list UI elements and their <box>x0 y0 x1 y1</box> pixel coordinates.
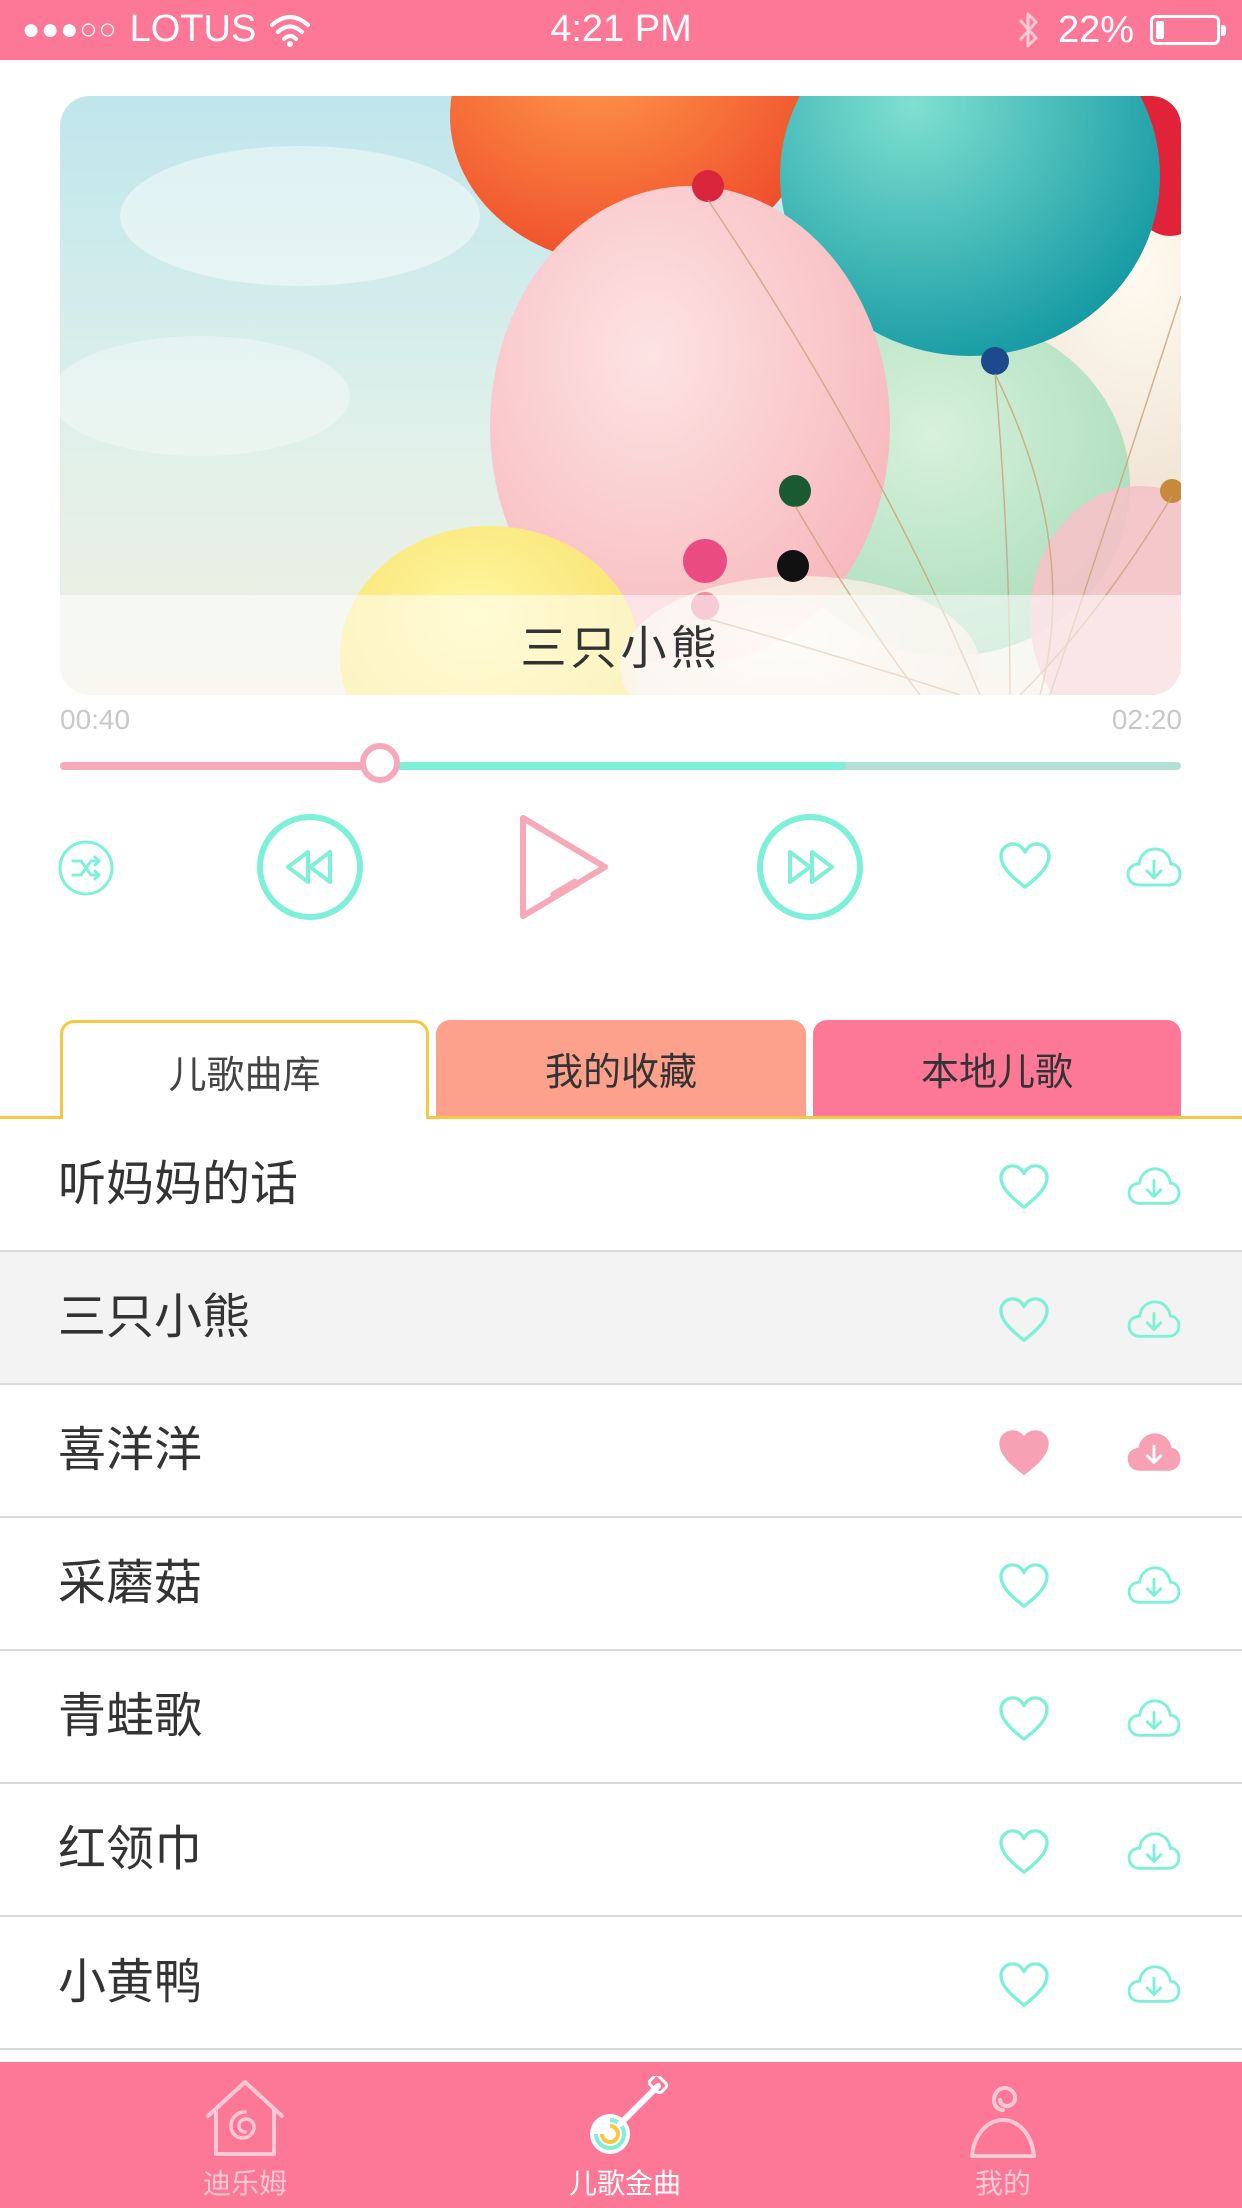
song-title: 三只小熊 <box>58 1289 251 1345</box>
song-title: 红领巾 <box>58 1821 203 1877</box>
song-row[interactable]: 喜洋洋 <box>0 1385 1242 1518</box>
total-time: 02:20 <box>1111 704 1182 735</box>
song-download-button[interactable] <box>1126 1429 1182 1475</box>
current-time: 00:40 <box>60 704 131 735</box>
download-current-button[interactable] <box>1124 842 1184 892</box>
song-title: 喜洋洋 <box>58 1422 203 1478</box>
person-swirl-icon <box>970 2085 1036 2158</box>
tab-song-library[interactable]: 儿歌曲库 <box>60 1020 429 1119</box>
play-button[interactable] <box>508 808 618 926</box>
song-row[interactable]: 听妈妈的话 <box>0 1119 1242 1252</box>
status-right: 22% <box>1014 8 1226 52</box>
heart-icon <box>999 1297 1049 1342</box>
nav-songs-label: 儿歌金曲 <box>568 2167 681 2200</box>
heart-icon <box>999 1962 1049 2007</box>
song-title: 小黄鸭 <box>58 1954 203 2010</box>
cloud-download-icon <box>1127 1566 1181 1604</box>
favorite-current-button[interactable] <box>997 840 1053 892</box>
nav-mine-label: 我的 <box>974 2167 1031 2200</box>
nav-mine[interactable]: 我的 <box>883 2062 1123 2208</box>
guitar-lollipop-icon <box>590 2076 669 2154</box>
rewind-icon <box>257 814 363 920</box>
fast-forward-icon <box>757 814 863 920</box>
song-title: 青蛙歌 <box>58 1688 203 1744</box>
nav-home-label: 迪乐姆 <box>202 2167 287 2200</box>
song-row[interactable]: 红领巾 <box>0 1784 1242 1917</box>
heart-icon <box>999 1430 1049 1475</box>
cloud-download-icon <box>1126 847 1182 887</box>
bluetooth-icon <box>1018 12 1038 48</box>
song-download-button[interactable] <box>1126 1163 1182 1209</box>
cloud-download-icon <box>1127 1965 1181 2003</box>
play-icon <box>520 815 608 919</box>
heart-icon <box>999 1696 1049 1741</box>
song-favorite-button[interactable] <box>998 1296 1050 1344</box>
song-list: 听妈妈的话三只小熊喜洋洋采蘑菇青蛙歌红领巾小黄鸭 <box>0 1119 1242 2050</box>
progress-played <box>60 762 381 770</box>
song-favorite-button[interactable] <box>998 1163 1050 1211</box>
heart-icon <box>999 1563 1049 1608</box>
song-download-button[interactable] <box>1126 1695 1182 1741</box>
song-favorite-button[interactable] <box>998 1429 1050 1477</box>
next-button[interactable] <box>755 812 865 922</box>
cloud-download-icon <box>1127 1167 1181 1205</box>
progress-bar[interactable] <box>60 743 1181 783</box>
progress-thumb[interactable] <box>360 743 401 783</box>
song-favorite-button[interactable] <box>998 1695 1050 1743</box>
now-playing-title: 三只小熊 <box>60 595 1181 695</box>
battery-fill <box>1156 21 1165 39</box>
song-favorite-button[interactable] <box>998 1828 1050 1876</box>
nav-home[interactable]: 迪乐姆 <box>125 2062 365 2208</box>
cloud-download-icon <box>1127 1300 1181 1338</box>
previous-button[interactable] <box>255 812 365 922</box>
nav-songs[interactable]: 儿歌金曲 <box>505 2062 745 2208</box>
battery-percent: 22% <box>1057 8 1134 51</box>
song-row[interactable]: 采蘑菇 <box>0 1518 1242 1651</box>
song-row[interactable]: 青蛙歌 <box>0 1651 1242 1784</box>
song-row[interactable]: 三只小熊 <box>0 1252 1242 1385</box>
heart-icon <box>999 842 1051 889</box>
bottom-nav: 迪乐姆 儿歌金曲 我的 <box>0 2062 1242 2208</box>
song-download-button[interactable] <box>1126 1562 1182 1608</box>
song-favorite-button[interactable] <box>998 1562 1050 1610</box>
song-download-button[interactable] <box>1126 1296 1182 1342</box>
shuffle-button[interactable] <box>56 838 116 898</box>
song-title: 听妈妈的话 <box>58 1156 299 1212</box>
cloud-download-icon <box>1127 1433 1181 1471</box>
shuffle-icon <box>58 840 114 896</box>
cloud-download-icon <box>1127 1832 1181 1870</box>
song-row[interactable]: 小黄鸭 <box>0 1917 1242 2050</box>
heart-icon <box>999 1164 1049 1209</box>
house-swirl-icon <box>206 2080 284 2156</box>
battery-icon <box>1150 15 1226 45</box>
song-download-button[interactable] <box>1126 1828 1182 1874</box>
cloud-download-icon <box>1127 1699 1181 1737</box>
heart-icon <box>999 1829 1049 1874</box>
tab-local-songs[interactable]: 本地儿歌 <box>813 1020 1181 1116</box>
tab-my-favorites[interactable]: 我的收藏 <box>436 1020 806 1116</box>
song-title: 采蘑菇 <box>58 1555 203 1611</box>
status-bar: ●●●○○ LOTUS 4:21 PM 22% <box>0 0 1242 60</box>
cover-art: 三只小熊 <box>60 96 1181 695</box>
song-download-button[interactable] <box>1126 1961 1182 2007</box>
song-favorite-button[interactable] <box>998 1961 1050 2009</box>
